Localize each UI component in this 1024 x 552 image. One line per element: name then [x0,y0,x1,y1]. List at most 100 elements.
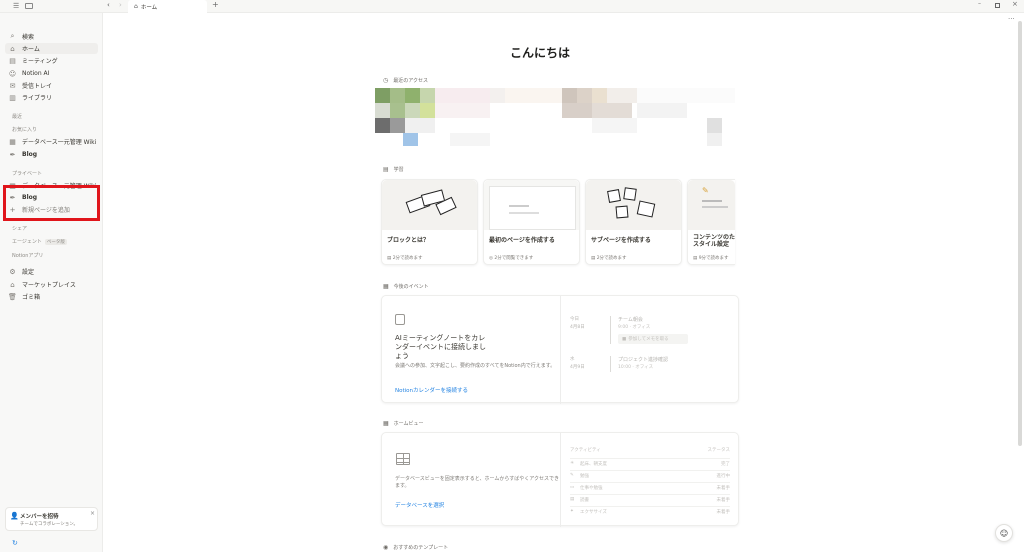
sun-icon: ☀ [570,461,575,466]
events-title-label: 今後のイベント [393,284,429,290]
activity-label: 起床、朝支度 [580,462,607,467]
help-icon[interactable]: ↻ [12,539,18,547]
trash-icon: 🗑 [8,292,17,301]
sidebar-toggle-icon[interactable] [25,3,33,9]
learn-title-label: 学習 [393,167,404,173]
gear-icon: ⚙ [9,267,16,276]
homeview-description: データベースビューを固定表示すると、ホームからすばやくアクセスできます。 [395,476,560,489]
sidebar-item-fav-blog[interactable]: ✒ Blog [8,149,37,160]
sidebar-item-meeting[interactable]: ▤ ミーティング [8,55,57,66]
sidebar-item-label: 受信トレイ [22,83,53,90]
templates-title-label: おすすめのテンプレート [393,545,449,551]
invite-card[interactable]: 👤 メンバーを招待 チームでコラボレーション。 × [5,507,98,531]
sidebar-menu-icon[interactable]: ☰ [13,2,19,10]
learn-title: ▤ 学習 [383,166,404,173]
marketplace-icon: ⌂ [10,280,15,289]
activity-label: エクササイズ [580,510,607,515]
recent-access-strip[interactable] [375,88,735,148]
close-icon[interactable]: × [90,510,95,517]
events-title: ▦ 今後のイベント [383,283,429,290]
divider [560,433,561,527]
back-icon[interactable]: ‹ [107,1,110,9]
event-date: 4月9日 [570,365,585,370]
beta-badge: ベータ版 [44,238,67,245]
connect-calendar-link[interactable]: Notionカレンダーを接続する [395,386,468,394]
close-window-icon[interactable]: × [1012,0,1018,8]
sidebar-item-label: 設定 [22,269,35,276]
divider [560,296,561,404]
status-badge: 未着手 [716,498,731,503]
card-title: 最初のページを作成する [489,237,555,244]
ai-icon: ☺ [8,69,17,78]
forward-icon[interactable]: › [119,1,122,9]
page-illustration [484,180,579,230]
events-heading: AIミーティングノートをカレンダーイベントに接続しましょう [395,334,486,360]
sidebar-item-settings[interactable]: ⚙ 設定 [8,266,34,277]
sidebar-item-search[interactable]: ⌕ 検索 [8,31,34,42]
sidebar-item-marketplace[interactable]: ⌂ マーケットプレイス [8,279,76,290]
event-day: 水 [570,357,575,362]
new-tab-icon[interactable]: + [212,0,219,9]
book-icon: ▤ [383,166,389,173]
event-day: 今日 [570,317,579,322]
activity-header: アクティビティ ステータス [570,447,730,455]
sidebar-item-label: データベース一元管理 Wiki [22,139,97,146]
sidebar-item-inbox[interactable]: ✉ 受信トレイ [8,80,52,91]
sidebar: ⌕ 検索 ⌂ ホーム ▤ ミーティング ☺ Notion AI ✉ 受信トレイ ▥ ライブラ… [0,13,103,552]
status-badge: 進行中 [716,474,731,479]
activity-row[interactable]: ✎ 勉強 進行中 [570,470,730,480]
card-meta-text: 2分で読めます [392,256,423,261]
book-icon: ▤ [570,497,575,502]
sidebar-item-trash[interactable]: 🗑 ゴミ箱 [8,291,40,302]
home-icon: ⌂ [134,3,138,10]
minimize-icon[interactable]: – [978,0,981,7]
activity-row[interactable]: ☀ 起床、朝支度 完了 [570,458,730,468]
activity-row[interactable]: ✦ エクササイズ 未着手 [570,506,730,516]
sidebar-item-label: Notion AI [22,70,50,77]
activity-label: 仕事や勉強 [580,486,603,491]
join-button[interactable]: ■ 参加してメモを取る [618,334,688,344]
sidebar-item-library[interactable]: ▥ ライブラリ [8,92,52,103]
event-date: 4月8日 [570,325,585,330]
homeview-title-label: ホームビュー [393,421,424,427]
library-icon: ▥ [9,93,16,102]
learn-card[interactable]: ✎ コンテンツのたっ スタイル設定 ▤ 9分で読めます [687,179,735,265]
database-icon: ▦ [9,137,16,146]
sidebar-item-notion-ai[interactable]: ☺ Notion AI [8,68,50,79]
activity-col: アクティビティ [570,448,601,453]
learn-card[interactable]: サブページを作成する ▤ 2分で読めます [585,179,682,265]
invite-title: メンバーを招待 [20,514,59,520]
section-agent[interactable]: エージェント ベータ版 [12,238,67,245]
activity-row[interactable]: ▭ 仕事や勉強 未着手 [570,482,730,492]
card-meta: ▤ 9分で読めます [693,255,729,261]
card-meta-text: 2分で読めます [596,256,627,261]
sidebar-item-home[interactable]: ⌂ ホーム [5,43,98,54]
card-meta-text: 9分で読めます [698,256,729,261]
subpages-illustration [586,180,681,230]
select-database-link[interactable]: データベースを選択 [395,501,444,509]
scrollbar[interactable] [1018,21,1022,446]
notion-ai-button[interactable]: ☺ [995,524,1013,542]
event-item[interactable]: 水 4月9日 プロジェクト進捗確認 10:00 · オフィス [570,356,730,376]
activity-row[interactable]: ▤ 読書 未着手 [570,494,730,504]
learn-card[interactable]: ブロックとは？ ▤ 2分で読めます [381,179,478,265]
invite-icon: 👤 [10,512,19,520]
calendar-icon: ▦ [383,283,389,290]
sidebar-item-label: ライブラリ [22,95,53,102]
sidebar-item-fav-wiki[interactable]: ▦ データベース一元管理 Wiki [8,136,96,147]
activity-label: 読書 [580,498,589,503]
status-badge: 完了 [721,462,730,467]
tab-home[interactable]: ⌂ ホーム [128,0,207,13]
learn-card[interactable]: 最初のページを作成する ◎ 2分で閲覧できます [483,179,580,265]
home-icon: ⌂ [10,44,15,53]
event-item[interactable]: 今日 4月8日 チーム朝会 9:00 · オフィス ■ 参加してメモを取る [570,316,730,346]
section-recent: 最近 [12,114,23,120]
maximize-icon[interactable] [995,3,1000,8]
template-icon: ◉ [383,544,389,551]
highlight-box [3,185,100,221]
inbox-icon: ✉ [9,81,16,90]
agent-label: エージェント [12,239,42,245]
section-favorites: お気に入り [12,127,38,133]
grid-icon: ▦ [383,420,389,427]
more-options-icon[interactable]: ··· [1008,15,1015,23]
